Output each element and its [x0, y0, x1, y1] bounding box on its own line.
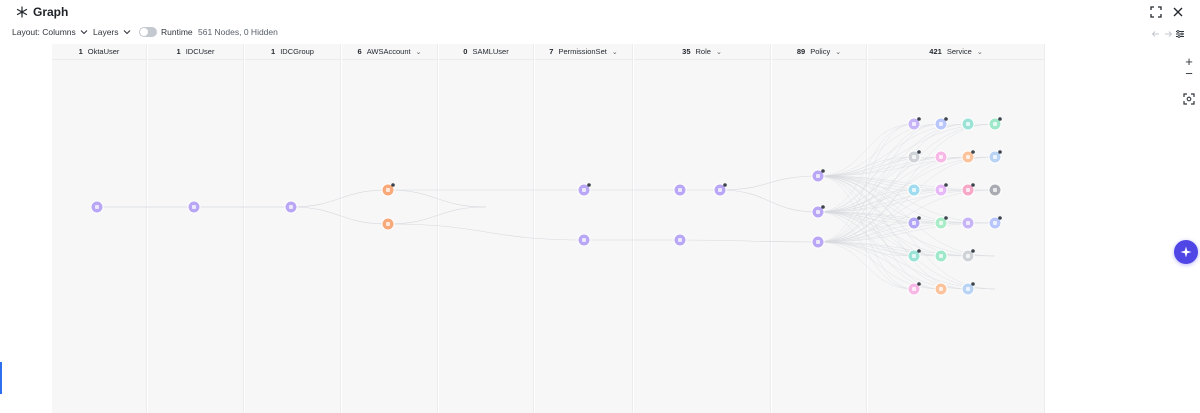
- layers-dropdown[interactable]: Layers: [93, 27, 131, 37]
- nodes: [90, 117, 1002, 296]
- undo-icon[interactable]: [1151, 29, 1161, 39]
- toolbar: Layout: Columns Layers Runtime 561 Nodes…: [0, 24, 1200, 44]
- redo-icon[interactable]: [1163, 29, 1173, 39]
- graph-node[interactable]: [934, 282, 948, 296]
- graph-node[interactable]: [381, 217, 395, 231]
- graph-node[interactable]: [907, 183, 921, 197]
- layout-dropdown[interactable]: Layout: Columns: [12, 27, 88, 37]
- graph-node[interactable]: [811, 235, 825, 249]
- graph-app: Graph Layout: Columns Layers Runtime 561…: [0, 0, 1200, 413]
- graph-edge: [387, 189, 487, 208]
- graph-edge: [290, 189, 389, 208]
- graph-node[interactable]: [961, 216, 975, 230]
- graph-node[interactable]: [934, 117, 948, 131]
- layout-label: Layout: Columns: [12, 27, 76, 37]
- graph-node[interactable]: [673, 183, 687, 197]
- graph-node[interactable]: [988, 216, 1002, 230]
- edges: [97, 123, 996, 290]
- graph-node[interactable]: [811, 169, 825, 183]
- node-stats: 561 Nodes, 0 Hidden: [198, 27, 278, 37]
- window-title: Graph: [33, 5, 69, 19]
- graph-node[interactable]: [577, 233, 591, 247]
- graph-node[interactable]: [673, 233, 687, 247]
- graph-node[interactable]: [713, 183, 727, 197]
- graph-node[interactable]: [187, 200, 201, 214]
- graph-node[interactable]: [961, 117, 975, 131]
- graph-node[interactable]: [284, 200, 298, 214]
- graph-edge: [817, 175, 915, 191]
- graph-edge: [679, 239, 819, 243]
- graph-node[interactable]: [961, 183, 975, 197]
- layers-label: Layers: [93, 27, 119, 37]
- graph-node[interactable]: [934, 216, 948, 230]
- graph-node[interactable]: [961, 282, 975, 296]
- zoom-out-button[interactable]: −: [1182, 66, 1196, 81]
- graph-node[interactable]: [381, 183, 395, 197]
- graph-node[interactable]: [907, 150, 921, 164]
- graph-edge: [817, 211, 942, 257]
- graph-node[interactable]: [811, 205, 825, 219]
- graph-node[interactable]: [907, 249, 921, 263]
- graph-node[interactable]: [907, 282, 921, 296]
- graph-edge: [719, 175, 819, 191]
- sparkle-icon: [1180, 246, 1192, 258]
- graph-edge: [817, 175, 942, 290]
- graph-edge: [817, 241, 915, 257]
- graph-edge: [817, 156, 942, 213]
- graph-edge: [817, 123, 996, 213]
- fullscreen-icon[interactable]: [1150, 6, 1162, 18]
- graph-node[interactable]: [577, 183, 591, 197]
- graph-canvas[interactable]: 1 OktaUser 1 IDCUser 1 IDCGroup 6 AWSAccount…: [0, 44, 1200, 413]
- node-stats-text: 561 Nodes, 0 Hidden: [198, 27, 278, 37]
- graph-node[interactable]: [961, 249, 975, 263]
- graph-edge: [817, 175, 942, 191]
- graph-node[interactable]: [90, 200, 104, 214]
- settings-icon[interactable]: [1175, 29, 1185, 39]
- graph-edge: [290, 206, 389, 225]
- graph-edge: [817, 123, 969, 213]
- graph-edge: [719, 189, 819, 213]
- fit-view-icon[interactable]: [1182, 92, 1196, 106]
- active-indicator: [0, 362, 2, 394]
- graph-edge: [387, 223, 585, 241]
- graph-logo-icon: [16, 6, 28, 18]
- chevron-down-icon: [123, 30, 130, 35]
- close-icon[interactable]: [1172, 6, 1184, 18]
- graph-edge: [817, 175, 915, 257]
- runtime-toggle[interactable]: [139, 27, 157, 37]
- graph-node[interactable]: [988, 117, 1002, 131]
- graph-edge: [817, 156, 915, 213]
- graph-node[interactable]: [934, 183, 948, 197]
- graph-node[interactable]: [988, 150, 1002, 164]
- graph-node[interactable]: [988, 183, 1002, 197]
- graph-edge: [387, 206, 487, 225]
- runtime-label: Runtime: [161, 27, 193, 37]
- graph-edge: [817, 175, 942, 257]
- graph-edge: [817, 175, 915, 290]
- graph-edges-and-nodes[interactable]: [0, 44, 1200, 413]
- chevron-down-icon: [80, 30, 88, 35]
- runtime-toggle-group: Runtime: [139, 27, 193, 37]
- graph-edge: [817, 123, 942, 213]
- assistant-button[interactable]: [1174, 240, 1198, 264]
- graph-node[interactable]: [961, 150, 975, 164]
- graph-node[interactable]: [934, 150, 948, 164]
- graph-node[interactable]: [934, 249, 948, 263]
- graph-edge: [817, 241, 942, 257]
- graph-node[interactable]: [907, 117, 921, 131]
- title-bar: Graph: [0, 0, 1200, 24]
- graph-node[interactable]: [907, 216, 921, 230]
